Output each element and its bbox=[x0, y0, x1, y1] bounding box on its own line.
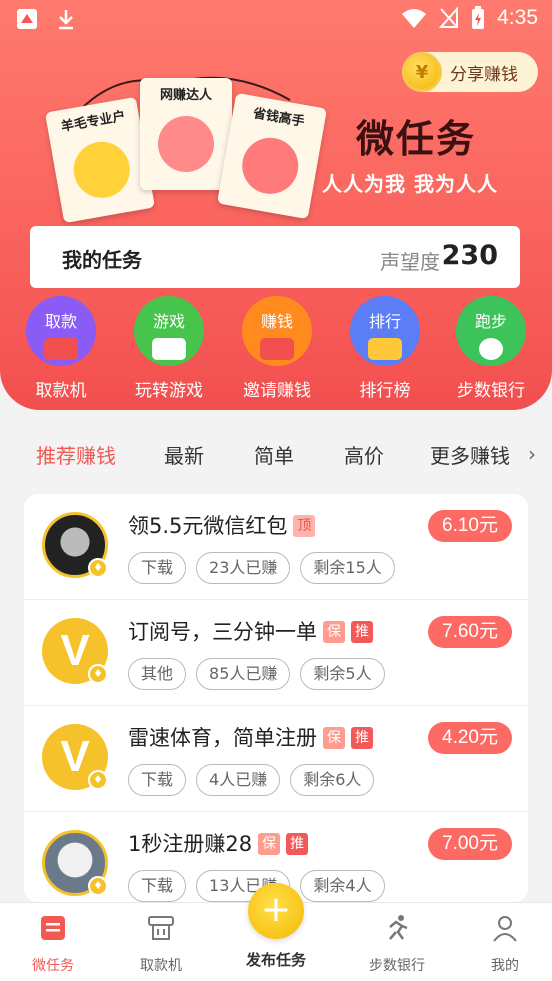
task-row[interactable]: V ♦ 雷速体育，简单注册保推 4.20元 下载 4人已赚 剩余6人 bbox=[24, 706, 528, 812]
tag-card-2: 网赚达人 bbox=[140, 78, 232, 190]
remaining-chip: 剩余5人 bbox=[300, 658, 385, 690]
my-task-title: 我的任务 bbox=[62, 248, 142, 272]
publish-task-button[interactable]: + bbox=[248, 883, 304, 939]
verified-icon: ♦ bbox=[88, 876, 108, 896]
guarantee-badge: 保 bbox=[258, 833, 281, 855]
hero-illustration: 羊毛专业户 网赚达人 省钱高手 bbox=[40, 70, 340, 230]
nav-withdraw[interactable]: 取款机 bbox=[116, 913, 206, 975]
running-icon: 跑步 bbox=[456, 296, 526, 366]
share-earn-button[interactable]: ¥ 分享赚钱 bbox=[402, 52, 538, 92]
mascot-yellow-icon bbox=[69, 137, 135, 203]
task-type-chip: 下载 bbox=[128, 764, 187, 796]
category-tabs: 推荐赚钱 最新 简单 高价 更多赚钱 › bbox=[0, 430, 552, 476]
my-task-card[interactable]: 我的任务 声望度 230 bbox=[30, 226, 520, 288]
hero-banner: 4:35 ¥ 分享赚钱 羊毛专业户 网赚达人 省钱高手 微任务 人人为我 我为人… bbox=[0, 0, 552, 410]
hero-title: 微任务 bbox=[356, 117, 477, 161]
running-icon bbox=[389, 915, 408, 940]
mascot-pink-icon bbox=[158, 116, 214, 172]
publish-task-label: 发布任务 bbox=[245, 951, 306, 969]
tag-card-1: 羊毛专业户 bbox=[44, 96, 156, 224]
status-bar: 4:35 bbox=[0, 0, 552, 40]
task-type-chip: 其他 bbox=[128, 658, 187, 690]
remaining-chip: 剩余6人 bbox=[290, 764, 375, 796]
tag-card-3: 省钱高手 bbox=[216, 92, 328, 220]
reputation-label: 声望度 bbox=[380, 250, 440, 274]
task-title: 领5.5元微信红包顶 bbox=[128, 510, 316, 540]
ranking-icon: 排行 bbox=[350, 296, 420, 366]
hero-subtitle: 人人为我 我为人人 bbox=[322, 172, 498, 196]
tab-high-price[interactable]: 高价 bbox=[344, 440, 384, 469]
task-price: 6.10元 bbox=[428, 510, 512, 542]
app-icon bbox=[17, 9, 37, 29]
tab-simple[interactable]: 简单 bbox=[254, 440, 294, 469]
recommend-badge: 推 bbox=[351, 727, 373, 749]
task-price: 7.60元 bbox=[428, 616, 512, 648]
verified-icon: ♦ bbox=[88, 664, 108, 684]
tab-recommended[interactable]: 推荐赚钱 bbox=[36, 440, 116, 469]
guarantee-badge: 保 bbox=[323, 727, 345, 749]
task-price: 7.00元 bbox=[428, 828, 512, 860]
battery-charging-icon bbox=[472, 6, 485, 29]
wifi-icon bbox=[402, 9, 427, 28]
task-title: 订阅号，三分钟一单保推 bbox=[128, 616, 373, 646]
user-icon bbox=[493, 916, 517, 942]
nav-step-bank[interactable]: 步数银行 bbox=[352, 913, 442, 975]
remaining-chip: 剩余4人 bbox=[300, 870, 385, 902]
guarantee-badge: 保 bbox=[323, 621, 345, 643]
reputation-value: 230 bbox=[441, 240, 498, 271]
recommend-badge: 推 bbox=[351, 621, 373, 643]
top-badge: 顶 bbox=[293, 515, 316, 537]
mascot-red-icon bbox=[237, 133, 303, 199]
task-list-icon bbox=[41, 916, 65, 940]
tab-latest[interactable]: 最新 bbox=[164, 440, 204, 469]
earned-count-chip: 85人已赚 bbox=[196, 658, 291, 690]
verified-icon: ♦ bbox=[88, 770, 108, 790]
nav-profile[interactable]: 我的 bbox=[460, 913, 550, 975]
gamepad-icon: 游戏 bbox=[134, 296, 204, 366]
withdraw-icon: 取款 bbox=[26, 296, 96, 366]
bottom-nav: 微任务 取款机 + 发布任务 步数银行 我的 bbox=[0, 883, 552, 981]
quick-action-invite[interactable]: 赚钱 邀请赚钱 bbox=[222, 296, 332, 401]
task-title: 雷速体育，简单注册保推 bbox=[128, 722, 373, 752]
task-row[interactable]: V ♦ 订阅号，三分钟一单保推 7.60元 其他 85人已赚 剩余5人 bbox=[24, 600, 528, 706]
tab-more[interactable]: 更多赚钱 bbox=[430, 440, 510, 469]
recommend-badge: 推 bbox=[286, 833, 309, 855]
clock: 4:35 bbox=[497, 6, 538, 29]
remaining-chip: 剩余15人 bbox=[300, 552, 395, 584]
quick-action-games[interactable]: 游戏 玩转游戏 bbox=[114, 296, 224, 401]
task-type-chip: 下载 bbox=[128, 870, 187, 902]
quick-action-steps[interactable]: 跑步 步数银行 bbox=[436, 296, 546, 401]
download-icon bbox=[59, 10, 73, 30]
chevron-right-icon[interactable]: › bbox=[528, 442, 536, 466]
task-price: 4.20元 bbox=[428, 722, 512, 754]
task-list: ♦ 领5.5元微信红包顶 6.10元 下载 23人已赚 剩余15人 V ♦ 订阅… bbox=[24, 494, 528, 902]
task-row[interactable]: ♦ 领5.5元微信红包顶 6.10元 下载 23人已赚 剩余15人 bbox=[24, 494, 528, 600]
red-envelope-icon: 赚钱 bbox=[242, 296, 312, 366]
task-title: 1秒注册赚28 保推 bbox=[128, 828, 309, 858]
nav-micro-task[interactable]: 微任务 bbox=[8, 913, 98, 975]
quick-action-withdraw[interactable]: 取款 取款机 bbox=[6, 296, 116, 401]
coin-icon: ¥ bbox=[402, 52, 442, 92]
earned-count-chip: 4人已赚 bbox=[196, 764, 281, 796]
quick-actions: 取款 取款机 游戏 玩转游戏 赚钱 邀请赚钱 排行 排行榜 跑步 步数银行 bbox=[0, 296, 552, 406]
task-type-chip: 下载 bbox=[128, 552, 187, 584]
verified-icon: ♦ bbox=[88, 558, 108, 578]
atm-icon bbox=[148, 916, 174, 940]
quick-action-ranking[interactable]: 排行 排行榜 bbox=[330, 296, 440, 401]
earned-count-chip: 23人已赚 bbox=[196, 552, 291, 584]
share-earn-label: 分享赚钱 bbox=[450, 64, 518, 85]
no-signal-icon bbox=[439, 7, 459, 28]
